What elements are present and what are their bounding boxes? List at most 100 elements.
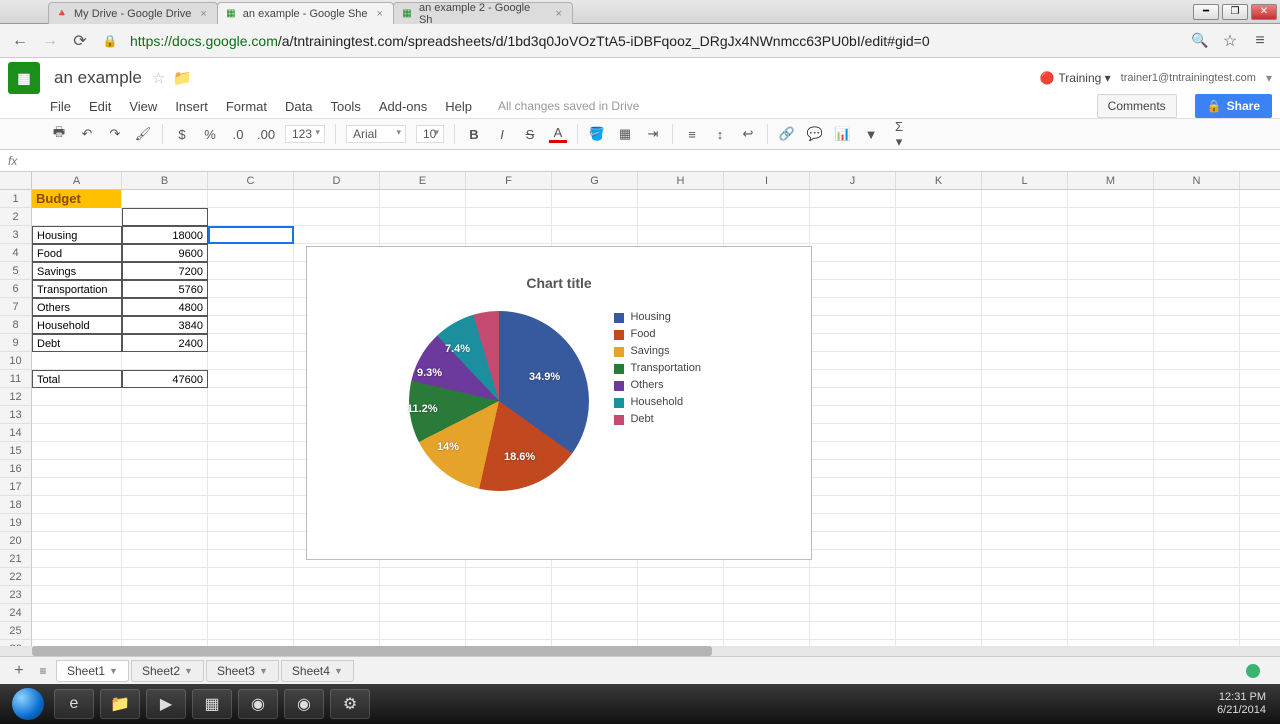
cell[interactable] xyxy=(552,190,638,208)
maximize-button[interactable]: ❐ xyxy=(1222,4,1248,20)
cell[interactable] xyxy=(896,190,982,208)
cell[interactable] xyxy=(1068,568,1154,586)
cell[interactable] xyxy=(982,568,1068,586)
cell[interactable] xyxy=(810,298,896,316)
col-header[interactable]: E xyxy=(380,172,466,189)
percent-icon[interactable]: % xyxy=(201,127,219,142)
row-header[interactable]: 10 xyxy=(0,352,31,370)
cell[interactable] xyxy=(32,604,122,622)
cell[interactable]: Household xyxy=(32,316,122,334)
cell[interactable] xyxy=(32,550,122,568)
cell[interactable] xyxy=(294,208,380,226)
cell[interactable] xyxy=(982,532,1068,550)
cell[interactable] xyxy=(32,406,122,424)
cell[interactable] xyxy=(380,622,466,640)
reload-button[interactable]: ⟳ xyxy=(70,31,90,51)
cell[interactable] xyxy=(810,586,896,604)
cell[interactable] xyxy=(896,388,982,406)
cell[interactable] xyxy=(1068,604,1154,622)
row-header[interactable]: 11 xyxy=(0,370,31,388)
cell[interactable]: 18000 xyxy=(122,226,208,244)
row-header[interactable]: 18 xyxy=(0,496,31,514)
row-header[interactable]: 22 xyxy=(0,568,31,586)
cell[interactable] xyxy=(552,568,638,586)
cell[interactable] xyxy=(896,208,982,226)
cell[interactable] xyxy=(466,622,552,640)
cell[interactable]: 7200 xyxy=(122,262,208,280)
row-header[interactable]: 21 xyxy=(0,550,31,568)
cell[interactable] xyxy=(982,460,1068,478)
cells-area[interactable]: BudgetHousing18000Food9600Savings7200Tra… xyxy=(32,190,1280,656)
cell[interactable] xyxy=(466,586,552,604)
redo-icon[interactable]: ↷ xyxy=(106,126,124,142)
chevron-down-icon[interactable]: ▼ xyxy=(109,666,118,676)
cell[interactable] xyxy=(208,532,294,550)
cell[interactable] xyxy=(208,388,294,406)
cell[interactable] xyxy=(1154,604,1240,622)
cell[interactable] xyxy=(208,316,294,334)
cell[interactable] xyxy=(122,478,208,496)
cell[interactable] xyxy=(1154,316,1240,334)
row-header[interactable]: 12 xyxy=(0,388,31,406)
fill-color-icon[interactable]: 🪣 xyxy=(588,126,606,142)
cell[interactable] xyxy=(896,424,982,442)
cell[interactable] xyxy=(122,622,208,640)
cell[interactable] xyxy=(1154,280,1240,298)
minimize-button[interactable]: ━ xyxy=(1193,4,1219,20)
training-badge[interactable]: 🔴Training ▾ xyxy=(1039,71,1110,85)
menu-help[interactable]: Help xyxy=(445,99,472,114)
col-header[interactable]: D xyxy=(294,172,380,189)
cell[interactable] xyxy=(294,226,380,244)
cell[interactable] xyxy=(208,244,294,262)
cell[interactable] xyxy=(896,622,982,640)
cell[interactable] xyxy=(208,370,294,388)
cell[interactable] xyxy=(208,208,294,226)
cell[interactable] xyxy=(208,334,294,352)
cell[interactable] xyxy=(896,604,982,622)
cell[interactable] xyxy=(122,604,208,622)
cell[interactable] xyxy=(638,568,724,586)
cell[interactable]: Housing xyxy=(32,226,122,244)
row-header[interactable]: 23 xyxy=(0,586,31,604)
cell[interactable] xyxy=(982,496,1068,514)
menu-file[interactable]: File xyxy=(50,99,71,114)
cell[interactable] xyxy=(208,262,294,280)
apps-icon[interactable]: ▦ xyxy=(192,689,232,719)
cell[interactable] xyxy=(896,568,982,586)
cell[interactable] xyxy=(1068,442,1154,460)
cell[interactable] xyxy=(466,190,552,208)
cell[interactable] xyxy=(32,532,122,550)
cell[interactable] xyxy=(208,298,294,316)
font-size-select[interactable]: 10 xyxy=(416,125,444,143)
comments-button[interactable]: Comments xyxy=(1097,94,1177,118)
menu-tools[interactable]: Tools xyxy=(330,99,360,114)
cell[interactable] xyxy=(466,226,552,244)
cell[interactable] xyxy=(810,406,896,424)
col-header[interactable]: N xyxy=(1154,172,1240,189)
cell[interactable]: Debt xyxy=(32,334,122,352)
cell[interactable] xyxy=(208,190,294,208)
cell[interactable] xyxy=(896,442,982,460)
currency-icon[interactable]: $ xyxy=(173,127,191,142)
cell[interactable] xyxy=(896,478,982,496)
cell[interactable] xyxy=(896,460,982,478)
cell[interactable] xyxy=(552,604,638,622)
cell[interactable] xyxy=(1068,298,1154,316)
cell[interactable] xyxy=(294,604,380,622)
cell[interactable] xyxy=(208,280,294,298)
cell[interactable]: Transportation xyxy=(32,280,122,298)
bold-icon[interactable]: B xyxy=(465,127,483,142)
cell[interactable] xyxy=(122,442,208,460)
text-color-icon[interactable]: A xyxy=(549,125,567,143)
cell[interactable] xyxy=(810,532,896,550)
cell[interactable]: Food xyxy=(32,244,122,262)
cell[interactable] xyxy=(32,496,122,514)
cell[interactable] xyxy=(122,514,208,532)
cell[interactable] xyxy=(982,226,1068,244)
cell[interactable] xyxy=(1068,622,1154,640)
cell[interactable] xyxy=(896,550,982,568)
cell[interactable] xyxy=(122,532,208,550)
row-header[interactable]: 16 xyxy=(0,460,31,478)
row-header[interactable]: 7 xyxy=(0,298,31,316)
cell[interactable] xyxy=(982,514,1068,532)
